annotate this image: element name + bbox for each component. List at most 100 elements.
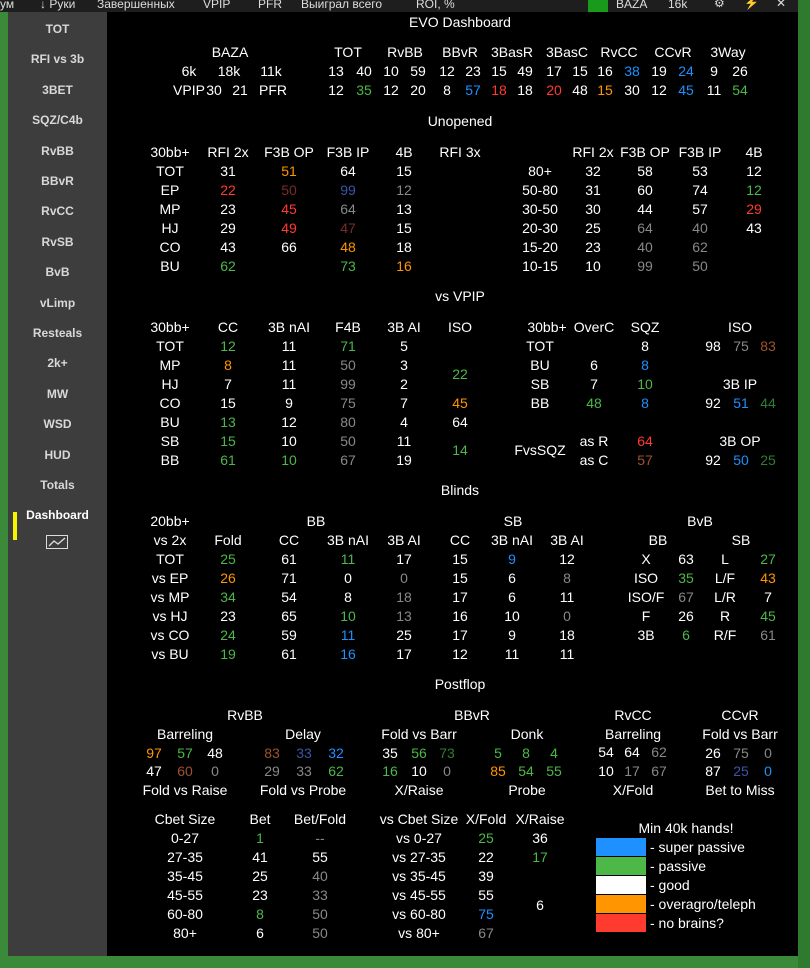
- stat-cell: 8: [641, 357, 649, 373]
- menu-item-pfr[interactable]: PFR: [258, 0, 282, 11]
- stat-cell: 12: [651, 82, 667, 98]
- stat-cell: 22: [220, 182, 236, 198]
- section-postflop: Postflop: [434, 676, 486, 692]
- sidebar-item-dashboard[interactable]: Dashboard: [8, 508, 107, 522]
- stat-cell: 87: [705, 763, 721, 779]
- sidebar-item-vlimp[interactable]: vLimp: [8, 296, 107, 310]
- stat-cell: 0: [764, 763, 772, 779]
- menu-item-roi[interactable]: ROI, %: [416, 0, 455, 11]
- stat-cell: vs 80+: [398, 925, 440, 941]
- stat-cell: 15-20: [522, 239, 558, 255]
- stat-cell: 50: [312, 906, 328, 922]
- stat-cell: 54: [598, 744, 614, 760]
- stat-cell: 35: [356, 82, 372, 98]
- stat-cell: 3Way: [710, 44, 746, 60]
- stat-cell: vs CO: [150, 627, 190, 643]
- stat-cell: 60: [177, 763, 193, 779]
- stat-cell: 0: [344, 570, 352, 586]
- stat-cell: 0-27: [170, 830, 200, 846]
- stat-cell: 30bb+: [150, 319, 190, 335]
- stat-cell: 8: [256, 906, 264, 922]
- pin-icon[interactable]: ⚡: [744, 0, 759, 10]
- stat-cell: Fold: [214, 532, 242, 548]
- stat-cell: 26: [678, 608, 694, 624]
- stat-cell: 12: [452, 646, 468, 662]
- stat-cell: Cbet Size: [154, 811, 216, 827]
- stat-cell: 99: [340, 182, 356, 198]
- stat-cell: 12: [746, 163, 762, 179]
- stat-cell: 15: [491, 63, 507, 79]
- stat-cell: 10-15: [522, 258, 558, 274]
- stat-cell: 39: [478, 868, 494, 884]
- stat-cell: 8: [443, 82, 451, 98]
- stat-cell: 4B: [395, 144, 413, 160]
- stat-cell: 99: [637, 258, 653, 274]
- stat-cell: 24: [220, 627, 236, 643]
- sidebar-item-wsd[interactable]: WSD: [8, 417, 107, 431]
- sidebar-item-rvcc[interactable]: RvCC: [8, 204, 107, 218]
- stat-cell: Fold vs Barr: [381, 726, 457, 742]
- sidebar-item-bbvr[interactable]: BBvR: [8, 174, 107, 188]
- stat-cell: 3B AI: [550, 532, 584, 548]
- stat-cell: X/Raise: [515, 811, 565, 827]
- sidebar-item-bvb[interactable]: BvB: [8, 265, 107, 279]
- stat-cell: 7: [764, 589, 772, 605]
- sidebar-item-tot[interactable]: TOT: [8, 22, 107, 36]
- stat-cell: SB: [503, 513, 523, 529]
- stat-cell: 92: [705, 395, 721, 411]
- sidebar-item-resteals[interactable]: Resteals: [8, 326, 107, 340]
- menu-item-completed[interactable]: Завершенных: [97, 0, 175, 11]
- stat-cell: RvCC: [600, 44, 638, 60]
- stat-cell: 45-55: [167, 887, 203, 903]
- chart-icon[interactable]: [46, 535, 68, 549]
- sidebar-item-rvbb[interactable]: RvBB: [8, 144, 107, 158]
- stat-cell: 23: [585, 239, 601, 255]
- stat-cell: 16: [452, 608, 468, 624]
- stat-cell: 64: [637, 433, 653, 449]
- sidebar-item-rvsb[interactable]: RvSB: [8, 235, 107, 249]
- stat-cell: 25: [252, 868, 268, 884]
- stat-cell: 30: [624, 82, 640, 98]
- sidebar-item-sqz-c4b[interactable]: SQZ/C4b: [8, 113, 107, 127]
- sidebar-item-2k-[interactable]: 2k+: [8, 356, 107, 370]
- sidebar-item-totals[interactable]: Totals: [8, 478, 107, 492]
- stat-cell: 3B nAI: [490, 532, 534, 548]
- menu-item-vpip[interactable]: VPIP: [203, 0, 230, 11]
- menu-item-left[interactable]: ум: [0, 0, 14, 11]
- stat-cell: 26: [732, 63, 748, 79]
- stat-cell: 61: [281, 551, 297, 567]
- stat-cell: 29: [220, 220, 236, 236]
- stat-cell: BBvR: [442, 44, 478, 60]
- stat-cell: 75: [340, 395, 356, 411]
- sidebar-item-3bet[interactable]: 3BET: [8, 83, 107, 97]
- menu-item-hands[interactable]: ↓ Руки: [40, 0, 75, 11]
- stat-cell: 25: [760, 452, 776, 468]
- stat-cell: F: [641, 608, 651, 624]
- stat-cell: 98: [705, 338, 721, 354]
- stat-cell: 49: [281, 220, 297, 236]
- stat-cell: 34: [220, 589, 236, 605]
- stat-cell: 30: [206, 82, 222, 98]
- stat-cell: SB: [731, 532, 751, 548]
- gear-icon[interactable]: ⚙: [714, 0, 725, 10]
- stat-cell: 7: [400, 395, 408, 411]
- page-title: EVO Dashboard: [409, 14, 511, 30]
- sidebar-item-mw[interactable]: MW: [8, 387, 107, 401]
- stat-cell: 16: [597, 63, 613, 79]
- menu-item-won[interactable]: Выиграл всего: [301, 0, 382, 11]
- stat-cell: 80+: [173, 925, 197, 941]
- stat-cell: SQZ: [630, 319, 660, 335]
- sidebar-item-hud[interactable]: HUD: [8, 448, 107, 462]
- stat-cell: 48: [586, 395, 602, 411]
- stat-cell: 38: [624, 63, 640, 79]
- stat-cell: BU: [160, 258, 180, 274]
- stat-cell: 15: [220, 433, 236, 449]
- stat-cell: 80: [340, 414, 356, 430]
- close-icon[interactable]: ✕: [776, 0, 786, 10]
- stat-cell: TOT: [334, 44, 362, 60]
- stat-cell: 6: [256, 925, 264, 941]
- stat-cell: TOT: [156, 338, 184, 354]
- legend-label: - good: [650, 877, 690, 893]
- sidebar-item-rfi-vs-3b[interactable]: RFI vs 3b: [8, 52, 107, 66]
- stat-cell: 59: [410, 63, 426, 79]
